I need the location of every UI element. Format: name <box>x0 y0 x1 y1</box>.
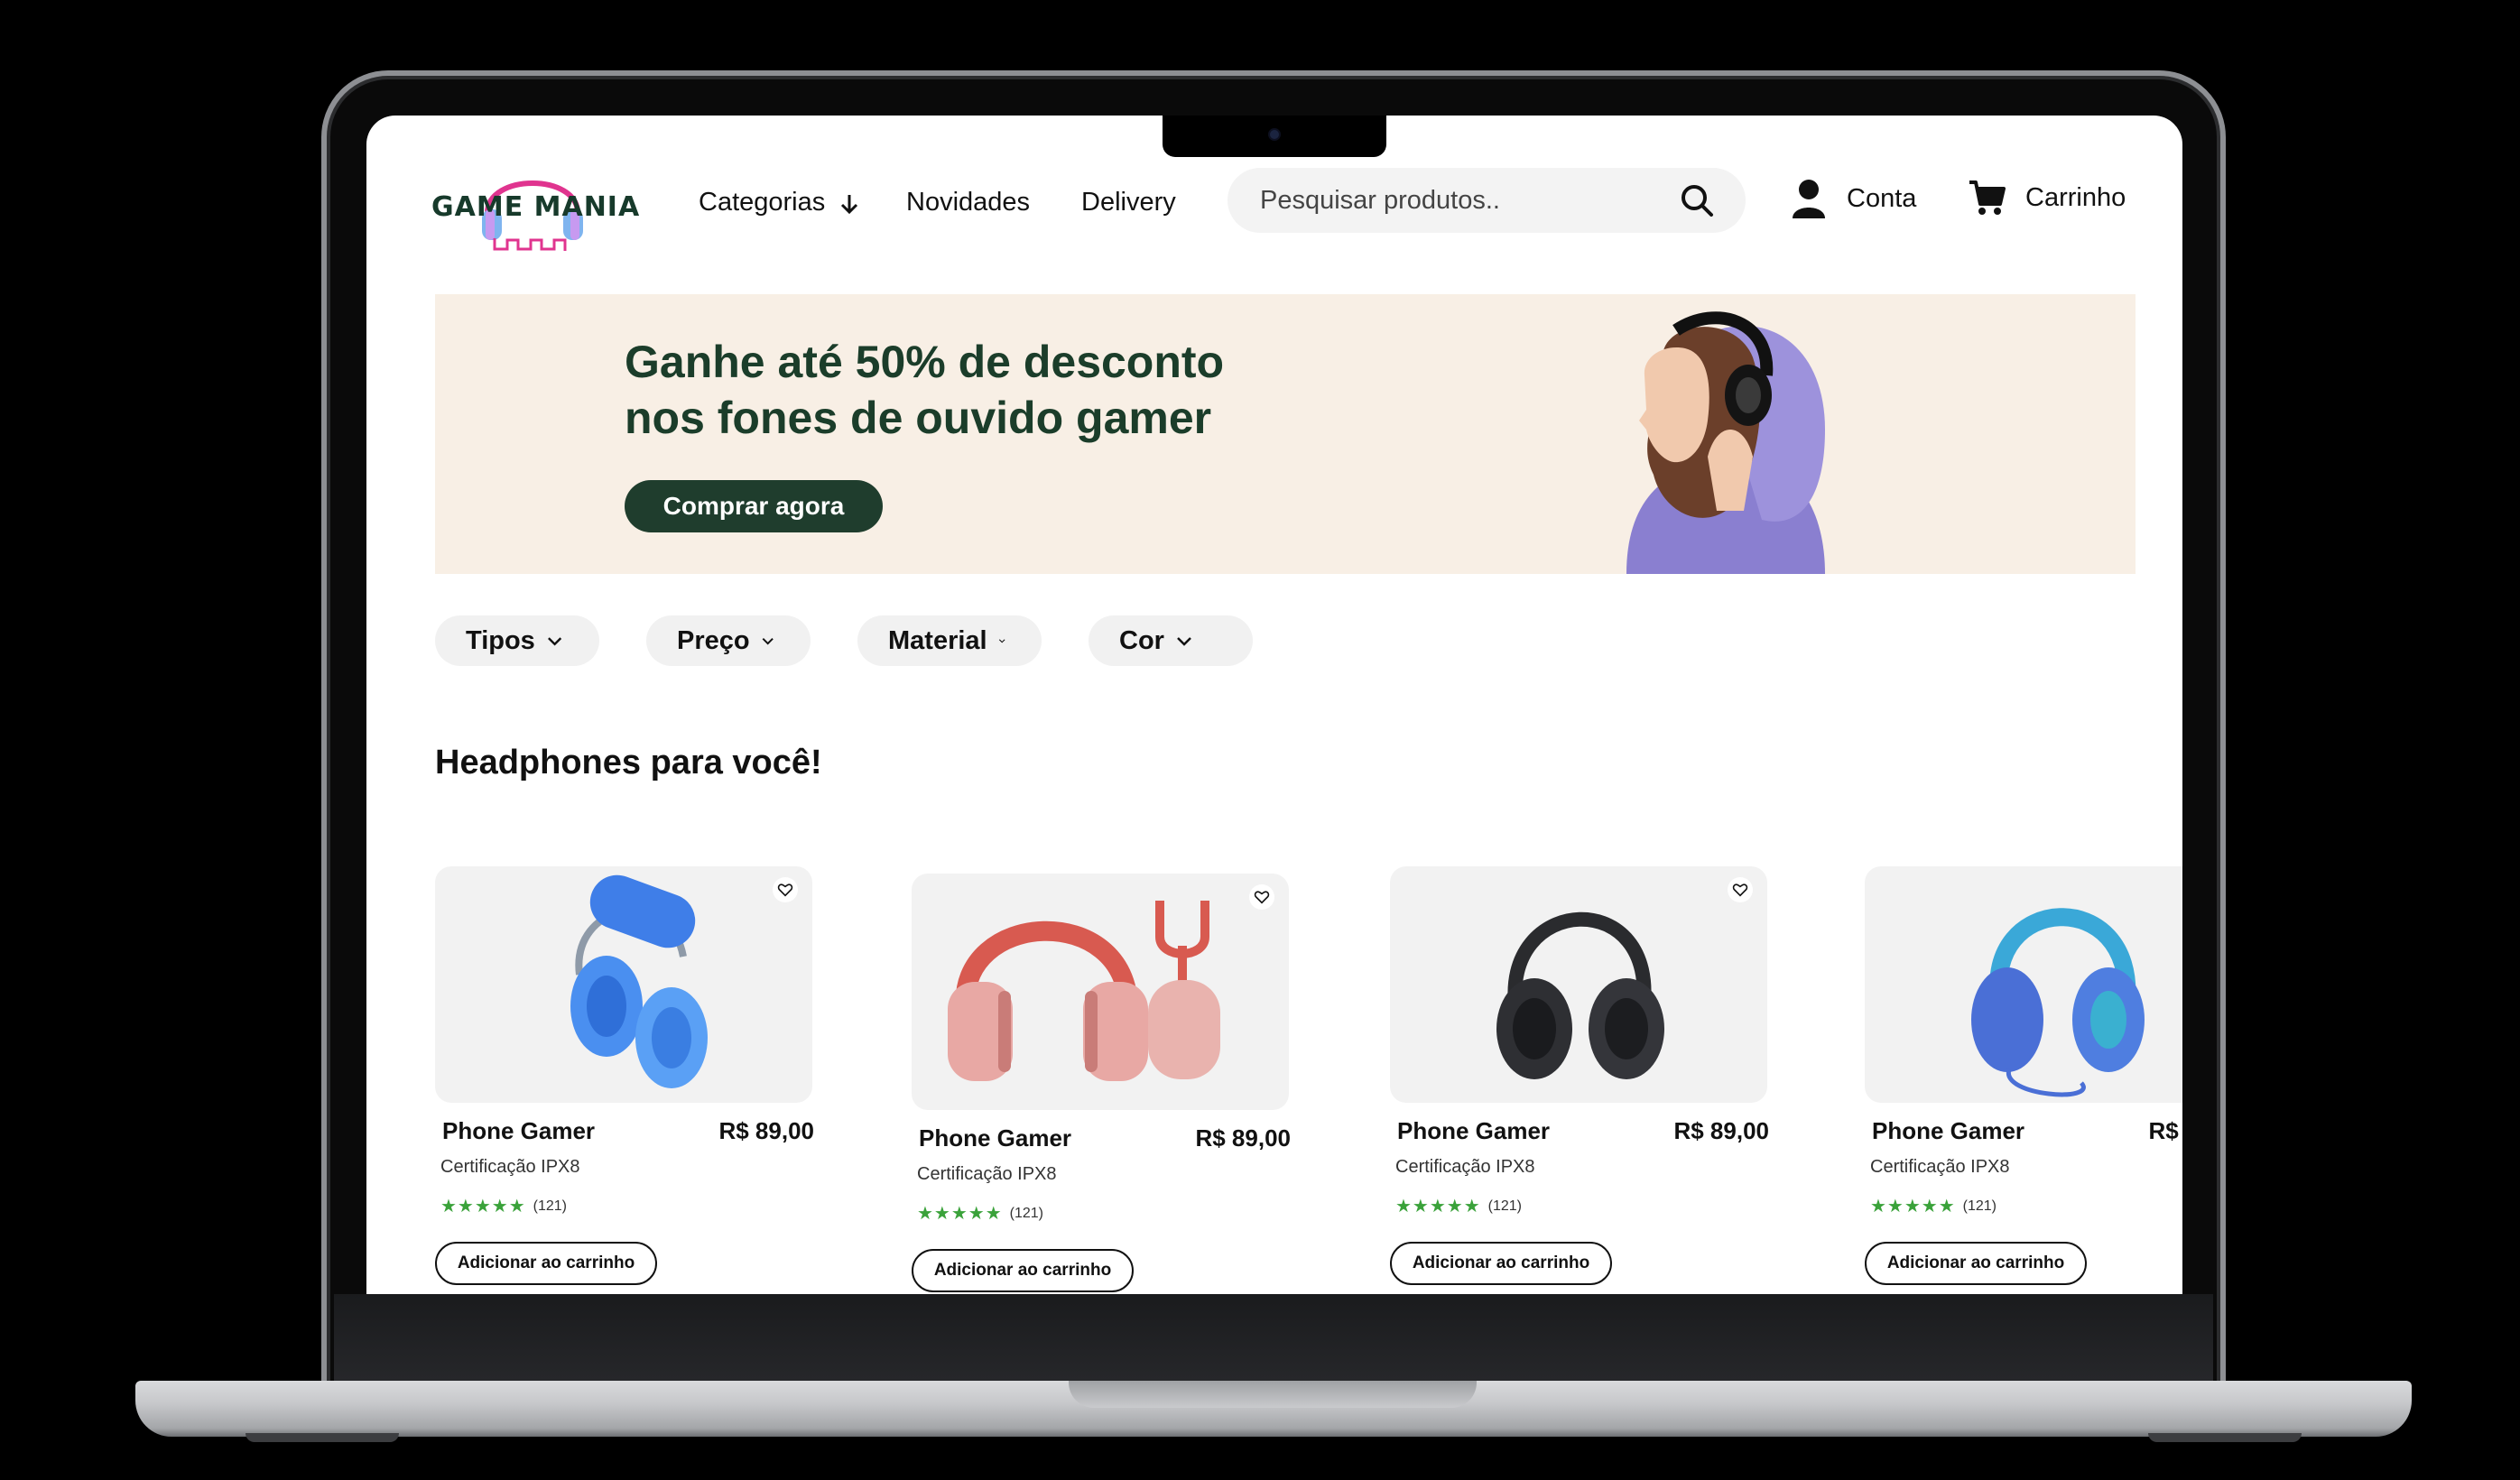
heart-icon <box>1732 883 1748 897</box>
rating-stars-icon: ★★★★★ <box>1870 1197 1956 1216</box>
filter-label: Material <box>888 625 987 655</box>
product-card: Phone Gamer R$ 89,00 Certificação IPX8 ★… <box>912 874 1291 1294</box>
camera-notch <box>1163 116 1386 157</box>
laptop-base-notch <box>1069 1381 1477 1408</box>
product-price: R$ 89,00 <box>1673 1117 1769 1144</box>
search-input[interactable] <box>1260 180 1666 220</box>
user-icon <box>1793 180 1825 218</box>
product-name: Phone Gamer <box>919 1124 1072 1152</box>
product-card: Phone Gamer R$ 89,00 Certificação IPX8 ★… <box>1865 866 2182 1290</box>
chevron-down-icon <box>1177 637 1191 646</box>
product-image[interactable] <box>912 874 1289 1110</box>
brand-logo[interactable]: GAME MANIA <box>431 155 639 256</box>
account-label: Conta <box>1847 183 1917 213</box>
hero-title-line-2: nos fones de ouvido gamer <box>625 393 1212 443</box>
laptop-foot-right <box>2148 1433 2302 1442</box>
filter-label: Cor <box>1119 625 1164 655</box>
shop-now-button[interactable]: Comprar agora <box>625 480 883 532</box>
product-subtitle: Certificação IPX8 <box>1870 1157 2010 1177</box>
cart-link[interactable]: Carrinho <box>1968 179 2126 217</box>
nav-categories-label: Categorias <box>699 188 826 217</box>
nav-categories[interactable]: Categorias <box>699 188 861 217</box>
product-name: Phone Gamer <box>1872 1117 2025 1144</box>
chevron-down-icon <box>998 639 1005 643</box>
filter-bar: Tipos Preço Material Cor <box>435 615 1253 666</box>
laptop-foot-left <box>246 1433 399 1442</box>
product-rating: ★★★★★ (121) <box>917 1202 1043 1225</box>
product-rating: ★★★★★ (121) <box>1870 1195 1997 1217</box>
product-rating: ★★★★★ (121) <box>440 1195 567 1217</box>
filter-cor[interactable]: Cor <box>1089 615 1253 666</box>
camera-icon <box>1268 128 1281 141</box>
filter-label: Preço <box>677 625 750 655</box>
rating-count: (121) <box>1009 1205 1044 1221</box>
hero-title: Ganhe até 50% de desconto nos fones de o… <box>625 334 1274 446</box>
brand-name: GAME MANIA <box>431 191 641 223</box>
laptop-screen: GAME MANIA Categorias Novidades Delivery… <box>366 116 2182 1294</box>
rating-count: (121) <box>1487 1198 1523 1214</box>
section-title: Headphones para você! <box>435 744 822 782</box>
hero-banner: Ganhe até 50% de desconto nos fones de o… <box>435 294 2136 574</box>
hero-model-image <box>1626 311 1825 574</box>
filter-preco[interactable]: Preço <box>646 615 811 666</box>
rating-stars-icon: ★★★★★ <box>440 1197 526 1216</box>
product-name: Phone Gamer <box>1397 1117 1551 1144</box>
nav-delivery[interactable]: Delivery <box>1081 188 1176 217</box>
product-price: R$ 89,00 <box>718 1117 814 1144</box>
add-to-cart-button[interactable]: Adicionar ao carrinho <box>435 1242 657 1285</box>
arrow-down-icon <box>841 195 858 215</box>
chevron-down-icon <box>547 637 561 646</box>
search-icon[interactable] <box>1679 182 1715 218</box>
account-link[interactable]: Conta <box>1791 179 1916 218</box>
product-name: Phone Gamer <box>442 1117 596 1144</box>
product-rating: ★★★★★ (121) <box>1395 1195 1522 1217</box>
cart-label: Carrinho <box>2025 182 2126 212</box>
filter-material[interactable]: Material <box>857 615 1042 666</box>
product-price: R$ 89,00 <box>1195 1124 1291 1152</box>
rating-stars-icon: ★★★★★ <box>917 1204 1003 1224</box>
rating-count: (121) <box>1962 1198 1997 1214</box>
product-price: R$ 89,00 <box>2148 1117 2182 1144</box>
pink-headphones-icon <box>948 901 1220 1081</box>
product-card: Phone Gamer R$ 89,00 Certificação IPX8 ★… <box>1390 866 1769 1290</box>
kids-headphones-icon <box>1971 908 2145 1097</box>
laptop-bottom-bezel <box>334 1294 2213 1381</box>
heart-icon <box>1254 891 1270 904</box>
product-subtitle: Certificação IPX8 <box>440 1157 580 1177</box>
cart-icon <box>1969 180 2006 215</box>
nav-novidades[interactable]: Novidades <box>906 188 1030 217</box>
search-bar <box>1228 168 1746 233</box>
black-headphones-icon <box>1496 911 1664 1079</box>
favorite-button[interactable] <box>773 877 798 902</box>
heart-icon <box>777 883 793 897</box>
favorite-button[interactable] <box>1728 877 1753 902</box>
filter-label: Tipos <box>466 625 535 655</box>
blue-headphones-icon <box>570 874 708 1088</box>
rating-stars-icon: ★★★★★ <box>1395 1197 1481 1216</box>
product-subtitle: Certificação IPX8 <box>917 1164 1057 1184</box>
chevron-down-icon <box>762 638 774 645</box>
add-to-cart-button[interactable]: Adicionar ao carrinho <box>1865 1242 2087 1285</box>
rating-count: (121) <box>533 1198 568 1214</box>
product-subtitle: Certificação IPX8 <box>1395 1157 1535 1177</box>
hero-title-line-1: Ganhe até 50% de desconto <box>625 337 1225 387</box>
product-image[interactable] <box>1865 866 2182 1103</box>
product-image[interactable] <box>1390 866 1767 1103</box>
filter-tipos[interactable]: Tipos <box>435 615 599 666</box>
product-card: Phone Gamer R$ 89,00 Certificação IPX8 ★… <box>435 866 814 1290</box>
add-to-cart-button[interactable]: Adicionar ao carrinho <box>912 1249 1134 1292</box>
product-image[interactable] <box>435 866 812 1103</box>
add-to-cart-button[interactable]: Adicionar ao carrinho <box>1390 1242 1612 1285</box>
favorite-button[interactable] <box>1249 884 1274 910</box>
